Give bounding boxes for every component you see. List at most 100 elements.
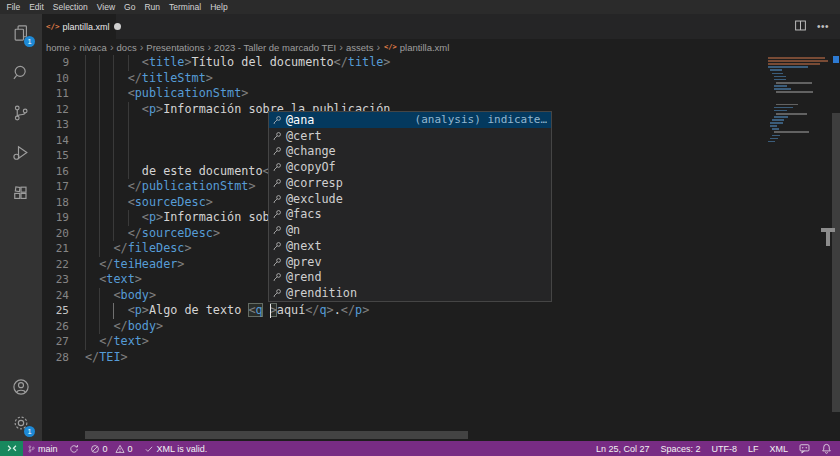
chevron-right-icon: › xyxy=(374,40,382,54)
line-number: 10 xyxy=(42,71,69,87)
notifications-bell-icon[interactable] xyxy=(821,443,832,454)
cursor-position[interactable]: Ln 25, Col 27 xyxy=(596,444,650,454)
tab-plantilla-xml[interactable]: </> plantilla.xml xyxy=(42,14,116,39)
suggestion-label: @copyOf xyxy=(286,160,336,174)
chevron-right-icon: › xyxy=(108,40,116,54)
suggestion-item[interactable]: @exclude xyxy=(269,191,551,207)
breadcrumb-item[interactable]: plantilla.xml xyxy=(399,42,451,53)
autocomplete-popup: @ana(analysis) indicate…@cert@change @cop… xyxy=(268,111,552,302)
line-number: 12 xyxy=(42,102,69,118)
property-icon xyxy=(272,178,282,188)
suggestion-item[interactable]: @rend xyxy=(269,270,551,286)
suggestion-item[interactable]: @corresp xyxy=(269,175,551,191)
breadcrumb: home›nivaca›docs›Presentations›2023 - Ta… xyxy=(42,39,840,55)
minimap-line xyxy=(770,69,782,71)
menu-item-selection[interactable]: Selection xyxy=(48,0,92,14)
menu-item-run[interactable]: Run xyxy=(140,0,165,14)
eol-setting[interactable]: LF xyxy=(748,444,759,454)
line-number: 16 xyxy=(42,164,69,180)
code-editor[interactable]: 9 <title>Título del documento</title>10 … xyxy=(42,55,840,441)
problems-indicator[interactable]: 0 0 xyxy=(90,444,133,454)
indent-guide xyxy=(99,133,100,149)
suggestion-item[interactable]: @rendition xyxy=(269,285,551,301)
suggestion-label: @rendition xyxy=(286,286,357,300)
more-actions-icon[interactable]: ••• xyxy=(817,21,829,32)
xml-file-icon: </> xyxy=(46,22,60,31)
suggestion-item[interactable]: @next xyxy=(269,238,551,254)
run-debug-icon[interactable] xyxy=(8,140,34,166)
line-number: 28 xyxy=(42,350,69,366)
extensions-icon[interactable] xyxy=(8,180,34,206)
breadcrumb-item[interactable]: nivaca xyxy=(78,42,107,53)
settings-badge: 1 xyxy=(24,426,35,437)
vertical-scrollbar[interactable] xyxy=(832,113,840,412)
indent-guide xyxy=(113,117,114,133)
menu-item-terminal[interactable]: Terminal xyxy=(165,0,206,14)
code-line[interactable]: 9 <title>Título del documento</title> xyxy=(42,55,840,71)
minimap-line xyxy=(772,73,783,75)
suggestion-label: @cert xyxy=(286,129,322,143)
search-icon[interactable] xyxy=(8,60,34,86)
validation-text: XML is valid. xyxy=(157,444,208,454)
xml-validation-status[interactable]: XML is valid. xyxy=(144,444,208,454)
menu-item-view[interactable]: View xyxy=(92,0,119,14)
breadcrumb-item[interactable]: Presentations xyxy=(145,42,205,53)
breadcrumb-item[interactable]: docs xyxy=(116,42,138,53)
minimap-line xyxy=(772,135,780,137)
property-icon xyxy=(272,288,282,298)
explorer-icon[interactable]: 1 xyxy=(8,20,34,46)
indent-guide xyxy=(85,133,86,149)
warning-count: 0 xyxy=(128,444,133,454)
remote-indicator[interactable] xyxy=(0,441,23,456)
breadcrumb-item[interactable]: 2023 - Taller de marcado TEI xyxy=(213,42,337,53)
tab-label: plantilla.xml xyxy=(63,22,110,32)
code-line[interactable]: 10 </titleStmt> xyxy=(42,71,840,87)
code-line[interactable]: 25 <p>Algo de texto <q >aquí</q>.</p> xyxy=(42,303,840,319)
settings-gear-icon[interactable]: 1 xyxy=(8,410,34,436)
suggestion-item[interactable]: @ana(analysis) indicate… xyxy=(269,112,551,128)
status-bar: main 0 0 XML is valid. Ln 25, Col 27 Spa… xyxy=(0,441,840,456)
minimap-line xyxy=(776,91,813,93)
branch-indicator[interactable]: main xyxy=(27,444,58,454)
suggestion-item[interactable]: @prev xyxy=(269,254,551,270)
menu-item-file[interactable]: File xyxy=(2,0,25,14)
encoding-setting[interactable]: UTF-8 xyxy=(711,444,737,454)
menu-item-go[interactable]: Go xyxy=(120,0,140,14)
indentation-setting[interactable]: Spaces: 2 xyxy=(660,444,700,454)
code-line[interactable]: 27 </text> xyxy=(42,334,840,350)
breadcrumb-item[interactable]: home xyxy=(45,42,71,53)
minimap-line xyxy=(776,82,812,84)
chevron-right-icon: › xyxy=(205,40,213,54)
menu-item-edit[interactable]: Edit xyxy=(25,0,49,14)
suggestion-item[interactable]: @facs xyxy=(269,207,551,223)
sync-button[interactable] xyxy=(69,444,79,454)
breadcrumb-item[interactable]: assets xyxy=(345,42,374,53)
code-line[interactable]: 11 <publicationStmt> xyxy=(42,86,840,102)
suggestion-item[interactable]: @cert xyxy=(269,128,551,144)
account-icon[interactable] xyxy=(8,374,34,400)
code-line[interactable]: 26 </body> xyxy=(42,319,840,335)
line-number: 25 xyxy=(42,303,69,319)
vscode-window: FileEditSelectionViewGoRunTerminalHelp 1 xyxy=(0,0,840,456)
minimap-line xyxy=(774,88,791,90)
suggestion-item[interactable]: @copyOf xyxy=(269,159,551,175)
suggestion-item[interactable]: @change xyxy=(269,144,551,160)
error-count: 0 xyxy=(103,444,108,454)
line-number: 9 xyxy=(42,55,69,71)
suggestion-label: @change xyxy=(286,144,336,158)
line-number: 14 xyxy=(42,133,69,149)
split-editor-icon[interactable] xyxy=(794,18,807,36)
suggestion-item[interactable]: @n xyxy=(269,222,551,238)
code-line[interactable]: 28</TEI> xyxy=(42,350,840,366)
scrollbar-marker xyxy=(821,228,835,246)
property-icon xyxy=(272,115,282,125)
indent-guide xyxy=(113,148,114,164)
modified-dot-icon[interactable] xyxy=(114,23,121,30)
minimap-line xyxy=(770,125,777,127)
horizontal-scrollbar[interactable] xyxy=(85,431,468,439)
indent-guide xyxy=(113,133,114,149)
source-control-icon[interactable] xyxy=(8,100,34,126)
feedback-icon[interactable] xyxy=(799,443,810,454)
language-mode[interactable]: XML xyxy=(769,444,788,454)
menu-item-help[interactable]: Help xyxy=(206,0,232,14)
